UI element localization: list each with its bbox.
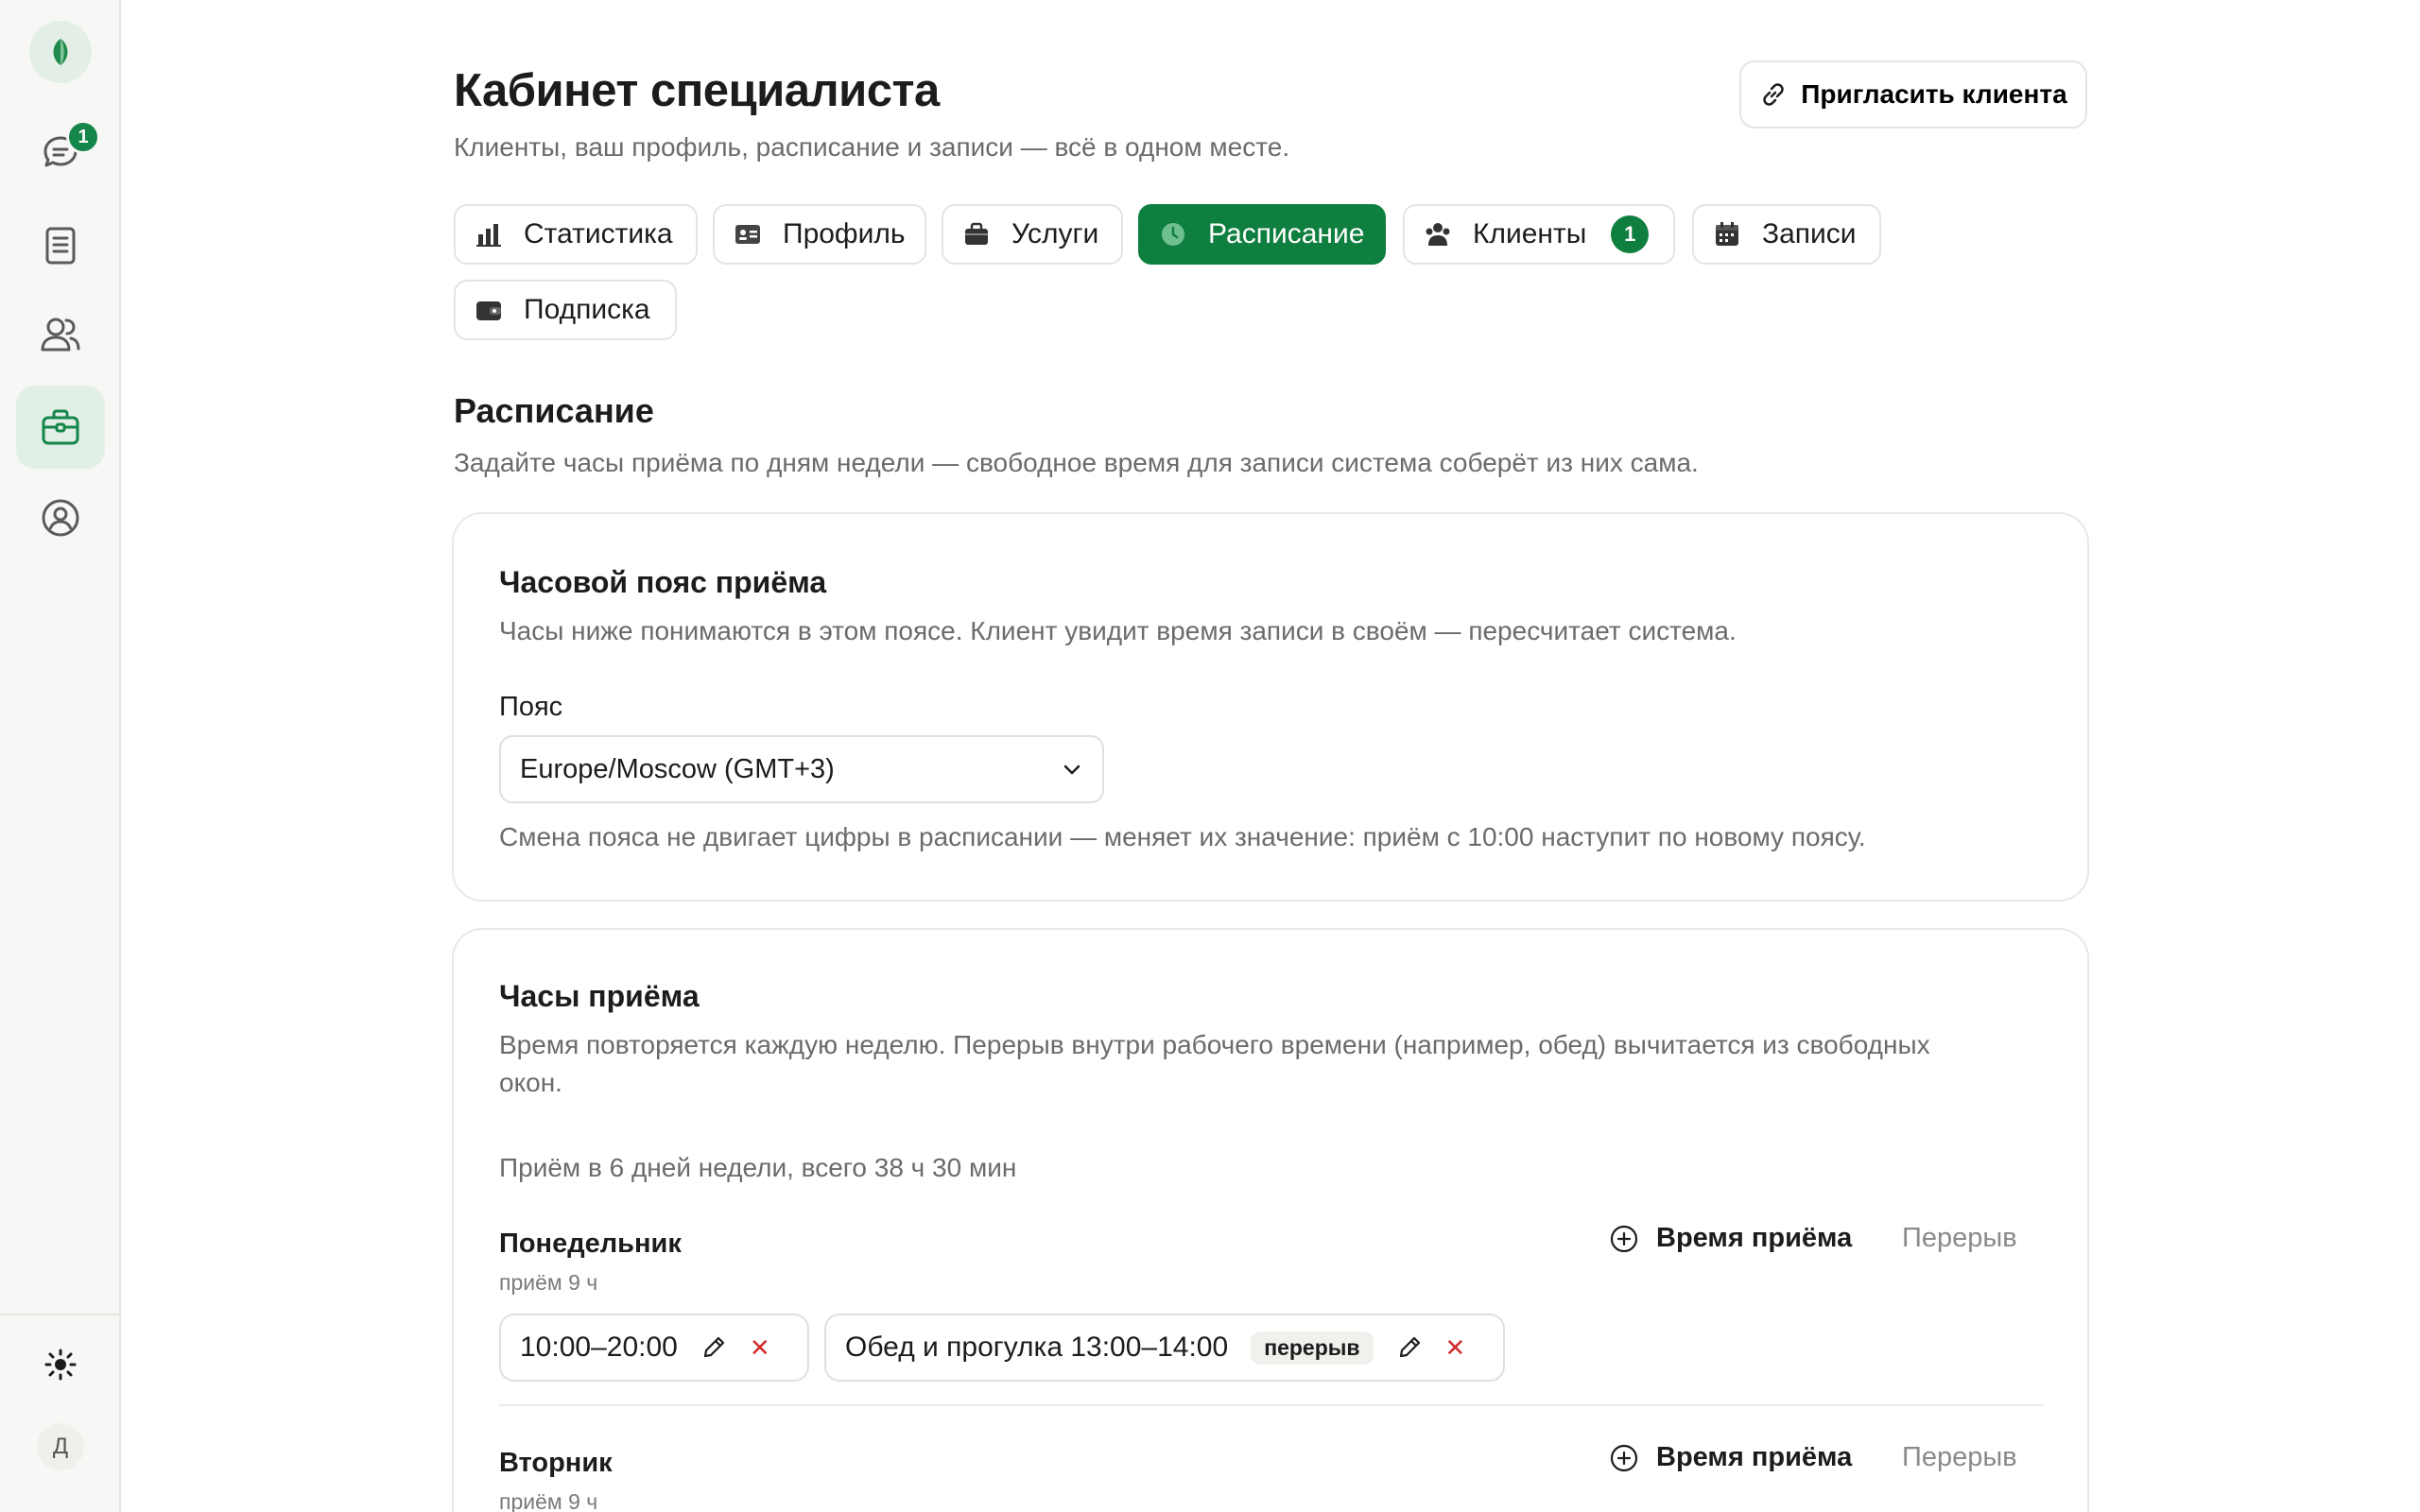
id-card-icon bbox=[734, 220, 762, 249]
timezone-select-value: Europe/Moscow (GMT+3) bbox=[520, 753, 835, 784]
avatar[interactable]: Д bbox=[37, 1423, 84, 1470]
wallet-icon bbox=[475, 296, 503, 324]
sidebar-divider bbox=[0, 1314, 119, 1315]
break-chip: Обед и прогулка 13:00–14:00 перерыв ✕ bbox=[824, 1314, 1505, 1382]
chat-unread-badge: 1 bbox=[66, 120, 100, 154]
tab-label: Статистика bbox=[524, 218, 673, 249]
invite-client-label: Пригласить клиента bbox=[1801, 79, 2067, 109]
users-icon bbox=[41, 318, 80, 352]
sidebar-item-journal[interactable] bbox=[16, 204, 105, 287]
hours-card: Часы приёма Время повторяется каждую нед… bbox=[452, 928, 2089, 1512]
page-title: Кабинет специалиста bbox=[454, 65, 940, 116]
day-name-monday: Понедельник bbox=[499, 1228, 682, 1259]
hours-card-description-line: окон. bbox=[499, 1068, 562, 1097]
day-divider bbox=[499, 1404, 2044, 1406]
section-title: Расписание bbox=[454, 391, 654, 430]
timezone-card-description: Часы ниже понимаются в этом поясе. Клиен… bbox=[499, 616, 1737, 645]
hours-card-description-line: Время повторяется каждую неделю. Перерыв… bbox=[499, 1030, 1930, 1059]
book-icon bbox=[45, 227, 76, 265]
pencil-icon[interactable] bbox=[700, 1334, 727, 1361]
day-name-tuesday: Вторник bbox=[499, 1448, 613, 1478]
tab-label: Расписание bbox=[1208, 218, 1365, 249]
tab-services[interactable]: Услуги bbox=[942, 204, 1123, 265]
add-time-label: Время приёма bbox=[1656, 1442, 1853, 1472]
timezone-note: Смена пояса не двигает цифры в расписани… bbox=[499, 822, 1866, 851]
sidebar: 1 Д bbox=[0, 0, 121, 1512]
briefcase-icon bbox=[962, 220, 991, 249]
hours-card-title: Часы приёма bbox=[499, 979, 700, 1013]
pencil-icon[interactable] bbox=[1396, 1334, 1423, 1361]
time-slot-chip: 10:00–20:00 ✕ bbox=[499, 1314, 809, 1382]
plus-circle-icon bbox=[1610, 1444, 1638, 1471]
invite-client-button[interactable]: Пригласить клиента bbox=[1739, 60, 2087, 129]
tab-label: Подписка bbox=[524, 294, 650, 325]
chevron-down-icon bbox=[1063, 765, 1080, 775]
theme-toggle[interactable] bbox=[16, 1323, 105, 1406]
plus-circle-icon bbox=[1610, 1225, 1638, 1252]
day-sub-monday: приём 9 ч bbox=[499, 1270, 598, 1295]
tab-schedule[interactable]: Расписание bbox=[1138, 204, 1386, 265]
people-icon bbox=[1424, 220, 1452, 249]
tab-label: Профиль bbox=[783, 218, 906, 249]
page-subtitle: Клиенты, ваш профиль, расписание и запис… bbox=[454, 132, 1290, 162]
break-chip-label: Обед и прогулка 13:00–14:00 bbox=[845, 1332, 1229, 1363]
timezone-card: Часовой пояс приёма Часы ниже понимаются… bbox=[452, 512, 2089, 902]
section-description: Задайте часы приёма по дням недели — сво… bbox=[454, 448, 1699, 477]
profile-circle-icon bbox=[42, 499, 79, 537]
add-time-button[interactable]: Время приёма bbox=[1609, 1442, 1852, 1473]
calendar-icon bbox=[1713, 220, 1741, 249]
tab-statistics[interactable]: Статистика bbox=[454, 204, 698, 265]
sidebar-item-people[interactable] bbox=[16, 293, 105, 376]
timezone-field-label: Пояс bbox=[499, 692, 563, 722]
hours-card-description: Время повторяется каждую неделю. Перерыв… bbox=[499, 1026, 1930, 1102]
tab-clients[interactable]: Клиенты 1 bbox=[1403, 204, 1675, 265]
time-slot-value: 10:00–20:00 bbox=[520, 1332, 678, 1363]
add-break-button[interactable]: Перерыв bbox=[1902, 1442, 2017, 1473]
tab-appointments[interactable]: Записи bbox=[1692, 204, 1881, 265]
timezone-select[interactable]: Europe/Moscow (GMT+3) bbox=[499, 735, 1104, 803]
delete-icon[interactable]: ✕ bbox=[750, 1333, 770, 1363]
tab-label: Клиенты bbox=[1473, 218, 1587, 249]
break-tag: перерыв bbox=[1251, 1331, 1374, 1365]
add-time-button[interactable]: Время приёма bbox=[1609, 1223, 1852, 1254]
tab-label: Записи bbox=[1762, 218, 1857, 249]
tab-subscription[interactable]: Подписка bbox=[454, 280, 677, 340]
link-icon bbox=[1763, 83, 1785, 106]
clients-count-badge: 1 bbox=[1611, 215, 1650, 253]
leaf-logo-icon bbox=[53, 39, 68, 65]
tab-label: Услуги bbox=[1011, 218, 1099, 249]
sun-icon bbox=[44, 1349, 77, 1381]
delete-icon[interactable]: ✕ bbox=[1445, 1333, 1466, 1363]
briefcase-icon bbox=[42, 409, 79, 445]
tab-profile[interactable]: Профиль bbox=[713, 204, 926, 265]
bar-chart-icon bbox=[475, 220, 503, 249]
sidebar-item-specialist[interactable] bbox=[16, 386, 105, 469]
add-break-button[interactable]: Перерыв bbox=[1902, 1223, 2017, 1254]
app-logo[interactable] bbox=[29, 21, 92, 83]
timezone-card-title: Часовой пояс приёма bbox=[499, 565, 827, 599]
hours-summary: Приём в 6 дней недели, всего 38 ч 30 мин bbox=[499, 1153, 1017, 1182]
sidebar-item-account[interactable] bbox=[16, 476, 105, 559]
clock-icon bbox=[1159, 220, 1187, 249]
add-time-label: Время приёма bbox=[1656, 1223, 1853, 1253]
day-sub-tuesday: приём 9 ч bbox=[499, 1489, 598, 1512]
